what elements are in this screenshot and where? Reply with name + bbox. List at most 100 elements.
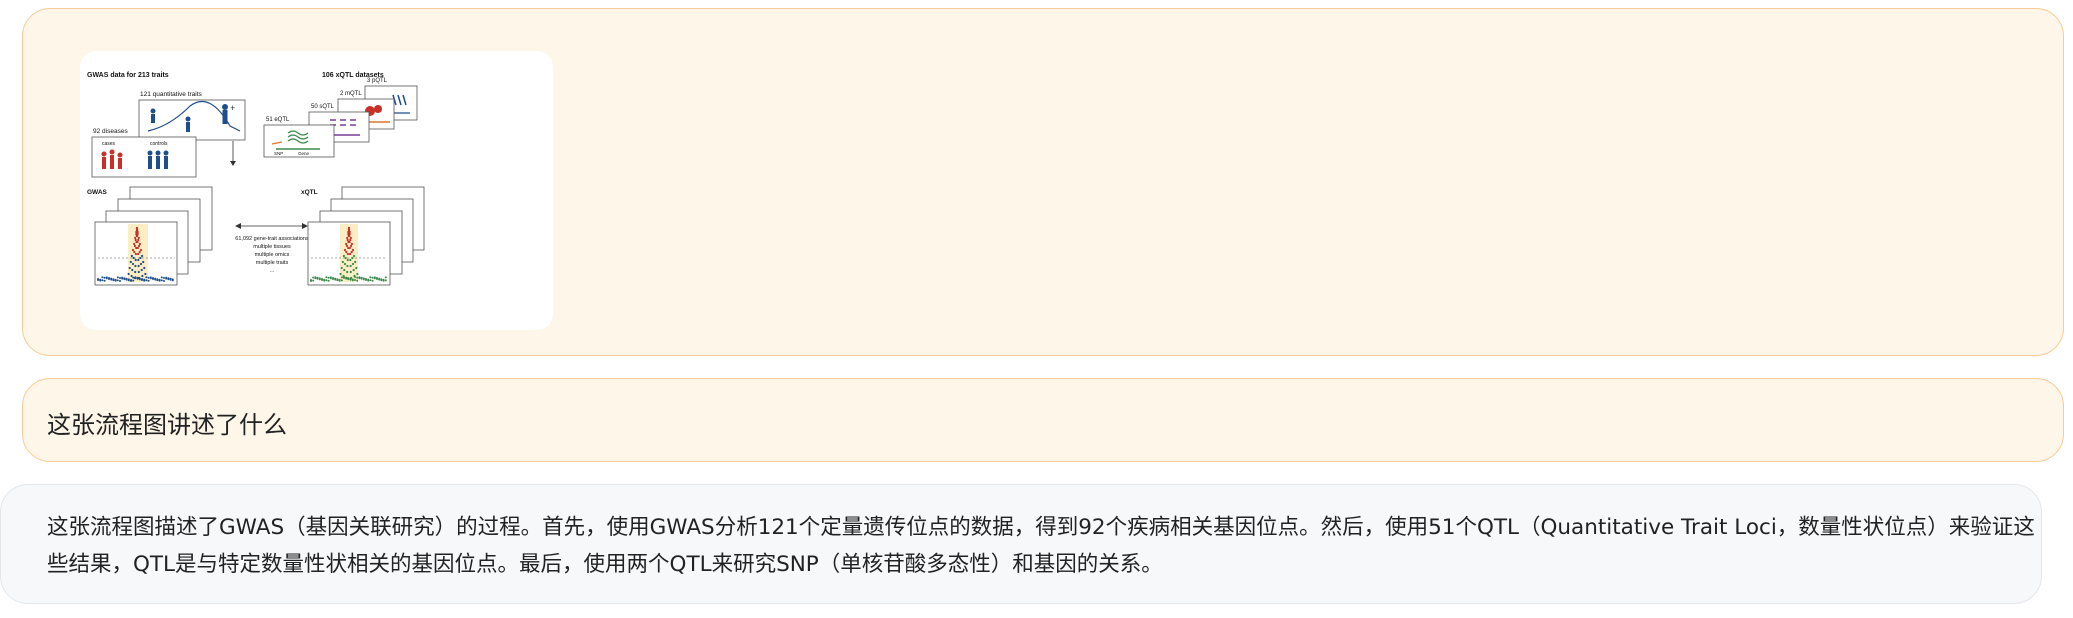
- manhattan-peak-dot: [349, 238, 352, 242]
- manhattan-dot: [356, 276, 359, 279]
- manhattan-peak-dot: [346, 252, 349, 256]
- manhattan-dot: [358, 277, 361, 280]
- manhattan-peak-dot: [133, 250, 136, 254]
- manhattan-dot: [314, 277, 317, 280]
- manhattan-dot: [114, 279, 117, 282]
- manhattan-peak-dot: [353, 274, 356, 278]
- manhattan-dot: [132, 279, 135, 282]
- manhattan-peak-dot: [132, 256, 135, 260]
- manhattan-peak-dot: [141, 254, 144, 258]
- manhattan-dot: [360, 277, 363, 280]
- manhattan-dot: [147, 279, 150, 282]
- diseases-label: 92 diseases: [93, 128, 128, 135]
- manhattan-peak-dot: [341, 260, 344, 264]
- manhattan-dot: [97, 279, 99, 281]
- manhattan-peak-dot: [137, 252, 140, 256]
- svg-text:multiple omics: multiple omics: [255, 252, 290, 258]
- flowchart-image[interactable]: GWAS data for 213 traits 106 xQTL datase…: [80, 51, 553, 330]
- manhattan-dot: [123, 278, 126, 281]
- manhattan-dot: [145, 279, 148, 282]
- manhattan-peak-dot: [134, 252, 137, 256]
- manhattan-peak-dot: [345, 242, 348, 246]
- user-question-bubble: 这张流程图讲述了什么: [22, 378, 2064, 462]
- manhattan-dot: [105, 277, 108, 280]
- manhattan-dot: [165, 277, 168, 280]
- manhattan-dot: [143, 279, 146, 282]
- manhattan-peak-dot: [349, 244, 353, 248]
- manhattan-peak-dot: [138, 242, 141, 246]
- manhattan-dot: [373, 277, 376, 280]
- user-question-text: 这张流程图讲述了什么: [47, 411, 287, 439]
- manhattan-peak-dot: [130, 274, 133, 278]
- manhattan-dot: [351, 279, 354, 282]
- manhattan-peak-dot: [346, 258, 349, 262]
- manhattan-peak-dot: [346, 236, 349, 240]
- manhattan-peak-dot: [131, 262, 135, 266]
- manhattan-dot: [116, 279, 119, 282]
- manhattan-dot: [112, 279, 115, 282]
- manhattan-peak-dot: [136, 228, 139, 232]
- manhattan-peak-dot: [350, 276, 353, 280]
- manhattan-dot: [169, 278, 172, 281]
- manhattan-peak-dot: [351, 262, 355, 266]
- gene-label: Gene: [298, 151, 310, 156]
- manhattan-peak-dot: [339, 272, 342, 276]
- manhattan-peak-dot: [343, 262, 347, 266]
- manhattan-peak-dot: [131, 268, 134, 272]
- manhattan-peak-dot: [137, 264, 140, 268]
- left-figure-title: GWAS data for 213 traits: [87, 72, 169, 79]
- manhattan-dot: [378, 278, 381, 281]
- manhattan-dot: [127, 279, 130, 282]
- manhattan-dot: [323, 279, 326, 282]
- manhattan-dot: [101, 276, 104, 279]
- manhattan-dot: [119, 277, 121, 279]
- manhattan-dot: [141, 279, 143, 281]
- manhattan-dot: [152, 278, 154, 280]
- manhattan-peak-dot: [349, 236, 352, 240]
- manhattan-peak-dot: [138, 250, 141, 254]
- manhattan-peak-dot: [350, 250, 353, 254]
- manhattan-dot: [163, 280, 165, 282]
- manhattan-peak-dot: [348, 246, 351, 250]
- image-message-bubble: GWAS data for 213 traits 106 xQTL datase…: [22, 8, 2064, 356]
- gwas-label: GWAS: [87, 189, 108, 196]
- manhattan-peak-dot: [136, 240, 139, 244]
- manhattan-peak-dot: [136, 232, 139, 236]
- manhattan-peak-dot: [353, 254, 356, 258]
- xqtl-label: xQTL: [301, 189, 318, 196]
- manhattan-peak-dot: [137, 258, 140, 262]
- manhattan-dot: [310, 280, 312, 282]
- manhattan-peak-dot: [352, 268, 355, 272]
- manhattan-dot: [158, 279, 161, 282]
- manhattan-peak-dot: [141, 274, 144, 278]
- manhattan-peak-dot: [347, 226, 351, 230]
- manhattan-peak-dot: [351, 256, 354, 260]
- manhattan-dot: [336, 279, 339, 282]
- manhattan-peak-dot: [130, 254, 133, 258]
- manhattan-dot: [356, 279, 359, 282]
- manhattan-dot: [349, 278, 352, 281]
- manhattan-peak-dot: [131, 248, 135, 252]
- manhattan-dot: [130, 280, 132, 282]
- manhattan-peak-dot: [354, 260, 357, 264]
- manhattan-peak-dot: [349, 264, 352, 268]
- plus-sign: +: [230, 103, 235, 113]
- manhattan-peak-dot: [137, 244, 141, 248]
- manhattan-peak-dot: [340, 266, 343, 270]
- manhattan-dot: [354, 279, 356, 281]
- manhattan-peak-dot: [139, 248, 143, 252]
- quant-traits-label: 121 quantitative traits: [140, 91, 203, 98]
- associations-text: 61,092 gene-trait associations multiple …: [235, 236, 309, 274]
- manhattan-peak-dot: [134, 258, 137, 262]
- pqtl-label: 3 pQTL: [367, 78, 388, 84]
- manhattan-peak-dot: [137, 236, 140, 240]
- manhattan-peak-dot: [134, 238, 137, 242]
- manhattan-peak-dot: [345, 244, 349, 248]
- manhattan-peak-dot: [137, 270, 140, 274]
- manhattan-dot: [167, 278, 170, 281]
- manhattan-dot: [329, 277, 332, 280]
- manhattan-peak-dot: [351, 248, 355, 252]
- manhattan-dot: [171, 279, 174, 282]
- manhattan-peak-dot: [139, 262, 143, 266]
- manhattan-dot: [338, 279, 341, 282]
